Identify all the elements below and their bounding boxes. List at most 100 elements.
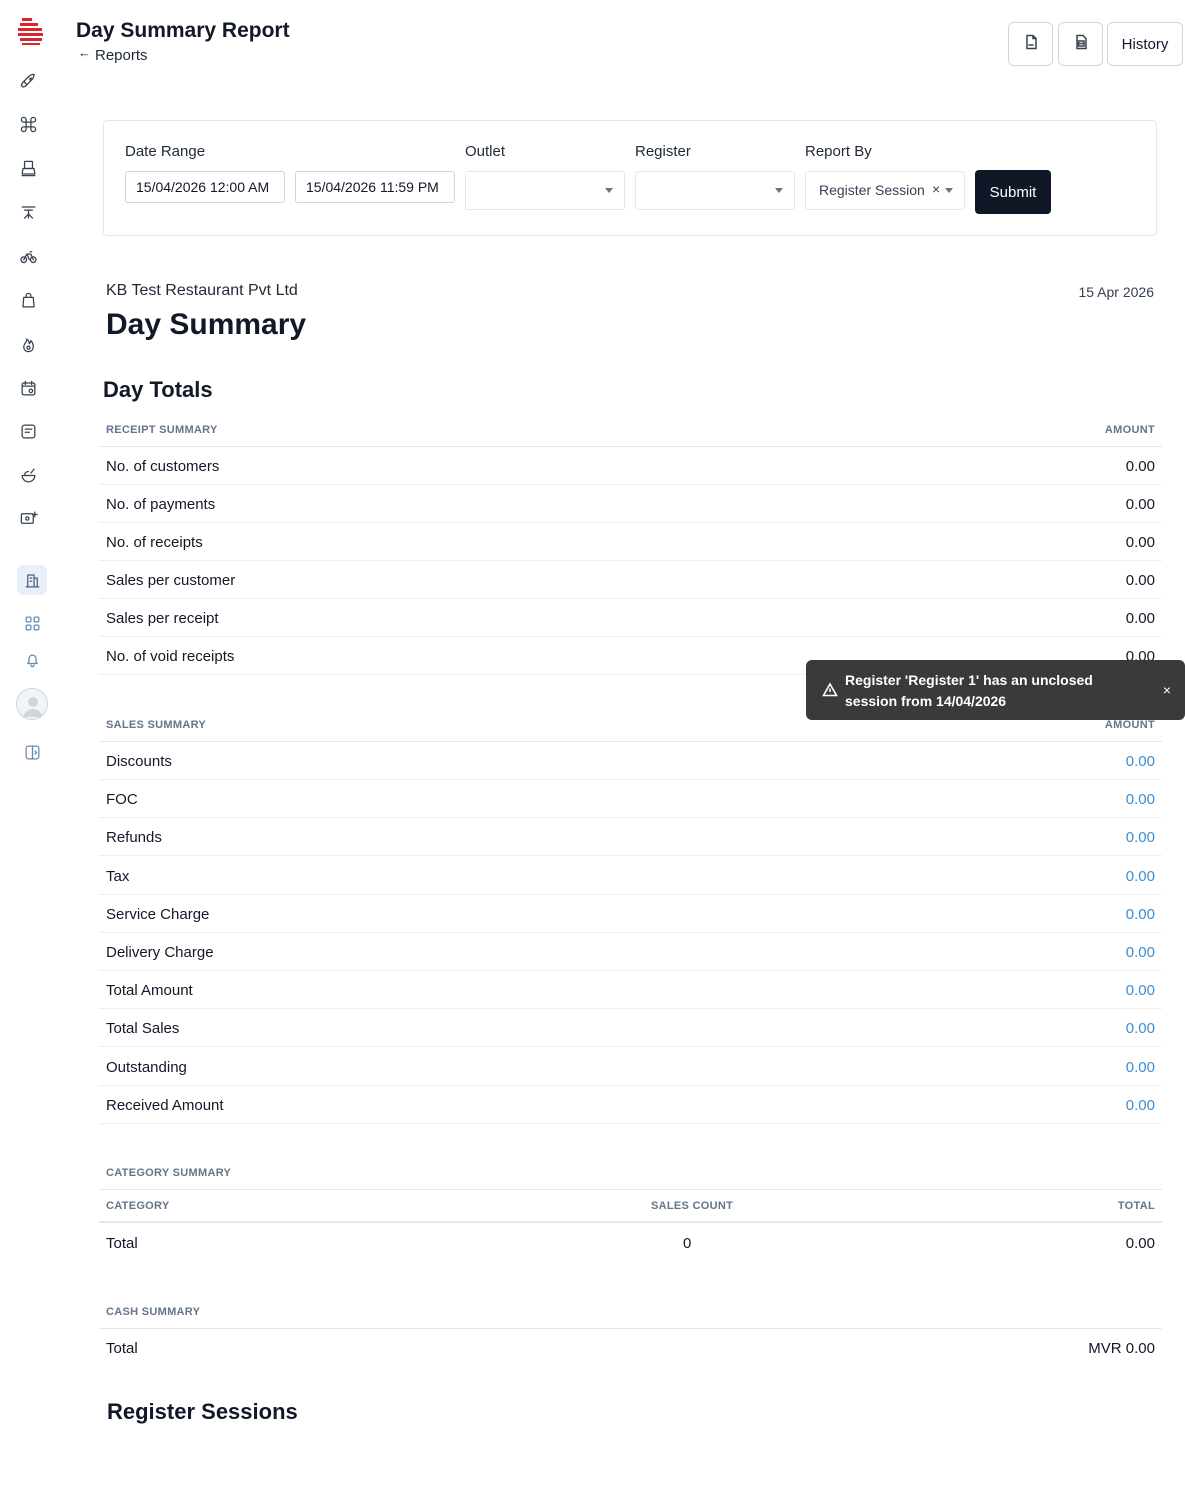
category-table-columns: CATEGORY SALES COUNT TOTAL — [99, 1189, 1162, 1223]
receipt-summary-row-value: 0.00 — [1125, 610, 1155, 627]
sales-summary-row-label: Refunds — [106, 829, 162, 847]
sales-summary-row-value[interactable]: 0.00 — [1126, 829, 1155, 846]
user-avatar[interactable] — [16, 688, 48, 720]
sales-summary-row-value[interactable]: 0.00 — [1126, 868, 1155, 885]
date-from-input[interactable]: 15/04/2026 12:00 AM — [125, 171, 285, 203]
command-icon[interactable] — [16, 112, 40, 136]
cash-total-label: Total — [106, 1340, 138, 1357]
category-total-label: Total — [106, 1235, 138, 1252]
date-range-label: Date Range — [125, 143, 206, 160]
money-settings-icon[interactable] — [16, 506, 40, 530]
apps-grid-icon[interactable] — [20, 611, 44, 635]
sales-summary-row: Received Amount 0.00 — [99, 1086, 1162, 1124]
sales-summary-row: Total Amount 0.00 — [99, 971, 1162, 1010]
receipt-summary-row: Sales per customer 0.00 — [99, 561, 1162, 599]
receipt-summary-header: RECEIPT SUMMARY AMOUNT — [99, 413, 1162, 447]
receipt-summary-row-label: No. of customers — [106, 458, 220, 475]
sales-summary-row-label: Total Sales — [106, 1020, 180, 1038]
sidebar — [0, 0, 64, 1511]
report-date: 15 Apr 2026 — [1078, 284, 1154, 300]
day-totals-title: Day Totals — [103, 377, 213, 402]
outlet-select[interactable] — [465, 171, 625, 210]
category-total-row: Total 0 0.00 — [99, 1224, 1162, 1262]
rocket-icon[interactable] — [16, 69, 40, 93]
category-total-count: 0 — [683, 1235, 692, 1252]
food-bowl-icon[interactable] — [16, 463, 40, 487]
receipt-summary-row-label: No. of receipts — [106, 534, 203, 551]
receipt-icon[interactable] — [16, 419, 40, 443]
sales-summary-row-value[interactable]: 0.00 — [1126, 944, 1155, 961]
sales-count-column-header: SALES COUNT — [651, 1200, 734, 1212]
sales-summary-row: Service Charge 0.00 — [99, 895, 1162, 933]
sales-summary-row-value[interactable]: 0.00 — [1126, 1020, 1155, 1037]
category-column-header: CATEGORY — [106, 1200, 170, 1212]
history-button[interactable]: History — [1107, 22, 1183, 66]
company-name: KB Test Restaurant Pvt Ltd — [106, 282, 298, 299]
chevron-down-icon — [775, 188, 783, 193]
sales-summary-row-label: Outstanding — [106, 1058, 187, 1076]
sales-summary-row: Outstanding 0.00 — [99, 1048, 1162, 1086]
clear-selection-icon[interactable]: × — [932, 181, 940, 197]
export-excel-button[interactable] — [1058, 22, 1103, 66]
receipt-summary-row-value: 0.00 — [1125, 496, 1155, 513]
export-pdf-button[interactable] — [1008, 22, 1053, 66]
close-icon[interactable]: × — [1163, 682, 1171, 698]
amount-column-header: AMOUNT — [1104, 424, 1155, 436]
receipt-summary-row: No. of payments 0.00 — [99, 485, 1162, 523]
flame-icon[interactable] — [16, 332, 40, 356]
sales-summary-row-label: FOC — [106, 791, 138, 809]
category-summary-header: CATEGORY SUMMARY — [99, 1156, 1162, 1190]
chevron-down-icon — [605, 188, 613, 193]
warning-toast: Register 'Register 1' has an unclosed se… — [806, 660, 1185, 720]
register-sessions-title: Register Sessions — [107, 1399, 298, 1424]
register-label: Register — [635, 143, 691, 160]
sales-summary-row-value[interactable]: 0.00 — [1126, 791, 1155, 808]
reports-icon[interactable] — [17, 565, 47, 595]
calendar-settings-icon[interactable] — [16, 376, 40, 400]
receipt-summary-row-value: 0.00 — [1125, 534, 1155, 551]
sales-summary-row-label: Delivery Charge — [106, 944, 214, 961]
receipt-summary-row: No. of customers 0.00 — [99, 447, 1162, 485]
collapse-sidebar-icon[interactable] — [20, 740, 44, 764]
bag-icon[interactable] — [16, 288, 40, 312]
sales-summary-row: Delivery Charge 0.00 — [99, 933, 1162, 971]
bicycle-icon[interactable] — [16, 244, 40, 268]
back-link-label: Reports — [95, 47, 148, 64]
submit-button[interactable]: Submit — [975, 170, 1051, 214]
category-total-value: 0.00 — [1125, 1235, 1155, 1252]
total-column-header: TOTAL — [1117, 1200, 1155, 1212]
receipt-summary-row-label: No. of void receipts — [106, 648, 235, 665]
sales-summary-row-label: Total Amount — [106, 982, 193, 1000]
report-by-select[interactable]: Register Session × — [805, 171, 965, 210]
sales-summary-row-label: Discounts — [106, 753, 172, 770]
receipt-summary-row-value: 0.00 — [1125, 572, 1155, 589]
cash-total-row: Total MVR 0.00 — [99, 1329, 1162, 1367]
register-select[interactable] — [635, 171, 795, 210]
receipt-summary-row-value: 0.00 — [1125, 458, 1155, 475]
sales-summary-row-value[interactable]: 0.00 — [1126, 982, 1155, 999]
date-to-input[interactable]: 15/04/2026 11:59 PM — [295, 171, 455, 203]
sales-summary-row-value[interactable]: 0.00 — [1126, 1059, 1155, 1076]
sales-summary-row-value[interactable]: 0.00 — [1126, 1097, 1155, 1114]
table-icon[interactable] — [16, 200, 40, 224]
page-title: Day Summary Report — [76, 19, 290, 42]
report-by-value: Register Session — [819, 182, 925, 198]
category-summary-title: CATEGORY SUMMARY — [106, 1167, 232, 1179]
brand-logo[interactable] — [18, 18, 44, 45]
sales-summary-row: Tax 0.00 — [99, 857, 1162, 895]
sales-summary-row-value[interactable]: 0.00 — [1126, 753, 1155, 770]
spreadsheet-icon — [1073, 34, 1089, 54]
sales-summary-row: FOC 0.00 — [99, 780, 1162, 819]
sales-summary-row-value[interactable]: 0.00 — [1126, 906, 1155, 923]
sales-summary-row: Discounts 0.00 — [99, 742, 1162, 780]
chevron-down-icon — [945, 188, 953, 193]
receipt-summary-row-label: No. of payments — [106, 496, 216, 513]
bell-icon[interactable] — [20, 647, 44, 671]
cash-total-value: MVR 0.00 — [1088, 1340, 1155, 1357]
cash-summary-header: CASH SUMMARY — [99, 1295, 1162, 1329]
outlet-label: Outlet — [465, 143, 506, 160]
sales-summary-row-label: Tax — [106, 867, 130, 885]
register-icon[interactable] — [16, 156, 40, 180]
report-by-label: Report By — [805, 143, 872, 160]
back-to-reports-link[interactable]: ← Reports — [78, 45, 148, 64]
